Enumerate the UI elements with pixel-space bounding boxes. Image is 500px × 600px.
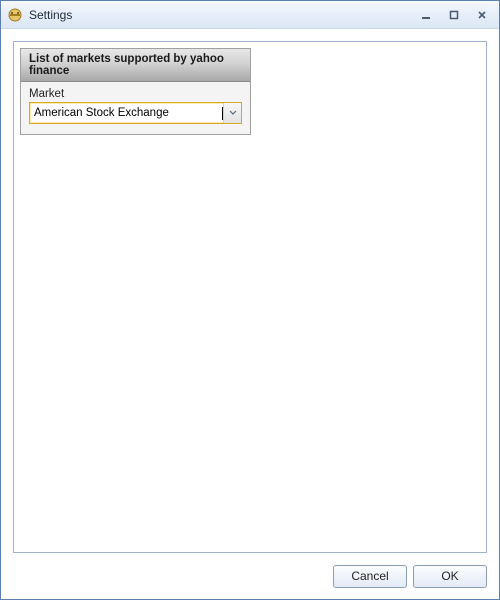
settings-window: Settings List of markets supporte — [0, 0, 500, 600]
window-title: Settings — [29, 8, 413, 22]
market-label: Market — [29, 88, 242, 100]
minimize-button[interactable] — [413, 6, 439, 24]
markets-groupbox: List of markets supported by yahoo finan… — [20, 48, 251, 135]
market-combobox[interactable] — [29, 102, 242, 124]
content-area: List of markets supported by yahoo finan… — [1, 29, 499, 565]
market-input[interactable] — [30, 105, 223, 121]
titlebar[interactable]: Settings — [1, 1, 499, 29]
app-icon — [7, 7, 23, 23]
cancel-button[interactable]: Cancel — [333, 565, 407, 588]
chevron-down-icon — [229, 110, 237, 116]
ok-button[interactable]: OK — [413, 565, 487, 588]
close-icon — [477, 10, 487, 20]
close-button[interactable] — [469, 6, 495, 24]
main-panel: List of markets supported by yahoo finan… — [13, 41, 487, 553]
minimize-icon — [421, 10, 431, 20]
window-controls — [413, 6, 495, 24]
maximize-icon — [449, 10, 459, 20]
groupbox-body: Market — [21, 82, 250, 134]
market-dropdown-button[interactable] — [223, 103, 241, 123]
groupbox-header: List of markets supported by yahoo finan… — [21, 49, 250, 82]
maximize-button[interactable] — [441, 6, 467, 24]
dialog-button-row: Cancel OK — [1, 565, 499, 599]
